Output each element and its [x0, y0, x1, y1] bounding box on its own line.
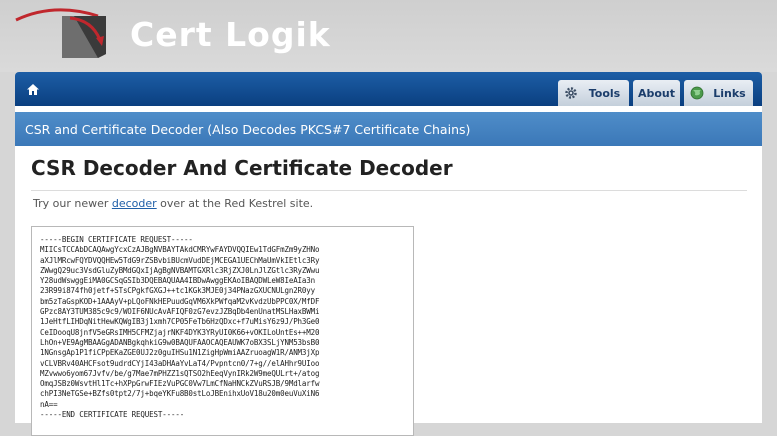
site-header: Cert Logik: [0, 0, 777, 72]
section-heading: CSR and Certificate Decoder (Also Decode…: [15, 112, 762, 146]
nav-item-about-label: About: [637, 86, 676, 100]
globe-icon: [690, 86, 704, 100]
nav-item-tools-label: Tools: [588, 86, 621, 100]
main-content: CSR and Certificate Decoder (Also Decode…: [15, 106, 762, 436]
intro-text: Try our newer decoder over at the Red Ke…: [33, 197, 313, 210]
nav-item-tools[interactable]: Tools: [558, 80, 629, 106]
home-icon[interactable]: [23, 80, 43, 98]
nav-item-links[interactable]: Links: [684, 80, 753, 106]
title-divider: [31, 190, 747, 191]
nav-item-links-label: Links: [713, 86, 746, 100]
gear-icon: [564, 86, 578, 100]
page-title: CSR Decoder And Certificate Decoder: [31, 156, 453, 180]
site-logo-text[interactable]: Cert Logik: [130, 15, 331, 54]
decoder-link[interactable]: decoder: [112, 197, 157, 210]
cert-logik-logo-icon[interactable]: [14, 8, 114, 64]
nav-item-about[interactable]: About: [633, 80, 680, 106]
main-navbar: Tools About Links: [15, 72, 762, 106]
intro-text-before: Try our newer: [33, 197, 112, 210]
csr-input[interactable]: -----BEGIN CERTIFICATE REQUEST----- MIIC…: [31, 226, 414, 436]
intro-text-after: over at the Red Kestrel site.: [156, 197, 314, 210]
